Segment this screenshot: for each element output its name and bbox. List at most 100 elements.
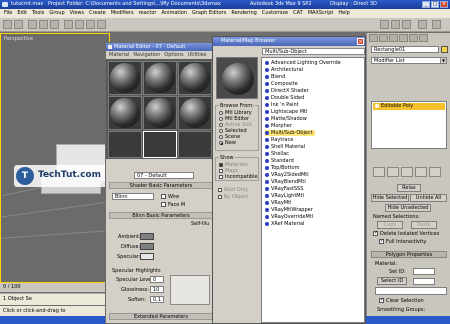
root-only-checkbox[interactable]: Root Only xyxy=(218,187,248,193)
glossiness-spinner[interactable]: 10 xyxy=(150,286,164,293)
menu-modifiers[interactable]: Modifiers xyxy=(111,9,134,18)
material-name-dropdown[interactable] xyxy=(375,287,447,295)
relax-button[interactable]: Relax xyxy=(397,184,421,192)
material-editor-title-bar[interactable]: Material Editor - 07 - Default xyxy=(106,43,214,51)
rotate-icon[interactable] xyxy=(97,20,106,29)
object-name-field[interactable]: Rectangle01 xyxy=(371,46,439,53)
menu-tools[interactable]: Tools xyxy=(32,9,44,18)
menu-help[interactable]: Help xyxy=(338,9,349,18)
sample-slot[interactable] xyxy=(178,61,212,95)
select-id-button[interactable]: Select ID xyxy=(377,277,407,285)
render-icon[interactable] xyxy=(391,20,400,29)
extended-parameters-rollout[interactable]: Extended Parameters xyxy=(109,313,213,320)
browse-from-new[interactable]: New xyxy=(219,140,236,146)
list-item[interactable]: Architectural xyxy=(265,67,303,73)
object-color-swatch[interactable] xyxy=(441,46,448,53)
me-menu-material[interactable]: Material xyxy=(109,51,129,59)
face-map-checkbox[interactable] xyxy=(161,202,166,207)
list-item[interactable]: VRayLightMtl xyxy=(265,193,304,199)
minimize-button[interactable]: _ xyxy=(422,1,430,8)
sample-slot[interactable] xyxy=(178,131,212,158)
polygon-properties-rollout[interactable]: Polygon Properties xyxy=(371,251,447,258)
me-menu-navigation[interactable]: Navigation xyxy=(133,51,160,59)
undo-icon[interactable] xyxy=(3,20,12,29)
menu-rendering[interactable]: Rendering xyxy=(231,9,257,18)
ambient-color-swatch[interactable] xyxy=(140,233,154,240)
list-item[interactable]: Shellac xyxy=(265,151,289,157)
link-icon[interactable] xyxy=(28,20,37,29)
sample-slot[interactable] xyxy=(178,96,212,130)
material-list[interactable]: Advanced Lighting Override Architectural… xyxy=(261,57,365,323)
material-name-field[interactable]: 07 - Default xyxy=(134,172,194,179)
modifier-list-dropdown[interactable]: Modifier List ▼ xyxy=(371,57,447,64)
show-end-result-icon[interactable] xyxy=(387,167,399,177)
list-item[interactable]: VRayMtl xyxy=(265,200,291,206)
hierarchy-tab-icon[interactable] xyxy=(389,34,398,42)
delete-isolated-vertices-checkbox[interactable]: Delete Isolated Vertices xyxy=(373,230,439,237)
full-interactivity-checkbox[interactable]: Full Interactivity xyxy=(379,238,426,245)
shader-basic-parameters-rollout[interactable]: Shader Basic Parameters xyxy=(109,182,213,189)
menu-create[interactable]: Create xyxy=(89,9,106,18)
render-setup-icon[interactable] xyxy=(380,20,389,29)
select-icon[interactable] xyxy=(64,20,73,29)
stack-item-editable-poly[interactable]: Editable Poly xyxy=(373,103,445,110)
list-item[interactable]: VRayFastSSS xyxy=(265,186,303,192)
list-item-selected[interactable]: Multi/Sub-Object xyxy=(265,130,315,136)
me-menu-options[interactable]: Options xyxy=(164,51,183,59)
by-object-checkbox[interactable]: By Object xyxy=(218,194,248,200)
maximize-button[interactable]: □ xyxy=(431,1,439,8)
menu-reactor[interactable]: reactor xyxy=(139,9,157,18)
sample-slot[interactable] xyxy=(108,61,142,95)
wire-checkbox[interactable] xyxy=(161,194,166,199)
list-item[interactable]: VRayMtlWrapper xyxy=(265,207,313,213)
time-slider[interactable]: 0 / 100 xyxy=(0,283,120,292)
sample-slot-active[interactable] xyxy=(143,131,177,158)
close-button[interactable]: × xyxy=(440,1,448,8)
make-unique-icon[interactable] xyxy=(401,167,413,177)
copy-button[interactable]: Copy xyxy=(377,221,403,229)
sample-slot[interactable] xyxy=(143,61,177,95)
redo-icon[interactable] xyxy=(14,20,23,29)
list-item[interactable]: Raytrace xyxy=(265,137,293,143)
list-item[interactable]: Morpher xyxy=(265,123,292,129)
modifier-stack[interactable]: Editable Poly xyxy=(371,101,447,149)
blinn-basic-parameters-rollout[interactable]: Blinn Basic Parameters xyxy=(109,212,213,219)
pin-stack-icon[interactable] xyxy=(373,167,385,177)
select-id-spinner[interactable] xyxy=(413,278,435,285)
list-item[interactable]: Top/Bottom xyxy=(265,165,299,171)
hide-selected-button[interactable]: Hide Selected xyxy=(371,194,409,202)
list-item[interactable]: Ink 'n Paint xyxy=(265,102,299,108)
menu-edit[interactable]: Edit xyxy=(17,9,27,18)
list-item[interactable]: VRay2SidedMtl xyxy=(265,172,309,178)
remove-modifier-icon[interactable] xyxy=(415,167,427,177)
list-item[interactable]: DirectX Shader xyxy=(265,88,309,94)
unlink-icon[interactable] xyxy=(39,20,48,29)
hide-unselected-button[interactable]: Hide Unselected xyxy=(385,204,431,212)
list-item[interactable]: XRef Material xyxy=(265,221,304,227)
list-item[interactable]: Standard xyxy=(265,158,294,164)
sample-slot[interactable] xyxy=(108,131,142,158)
specular-level-spinner[interactable]: 0 xyxy=(150,276,164,283)
list-item[interactable]: Matte/Shadow xyxy=(265,116,307,122)
show-incompatible-checkbox[interactable]: Incompatible xyxy=(219,174,258,180)
menu-views[interactable]: Views xyxy=(70,9,84,18)
list-item[interactable]: Advanced Lighting Override xyxy=(265,60,341,66)
menu-graph-editors[interactable]: Graph Editors xyxy=(192,9,226,18)
menu-customize[interactable]: Customize xyxy=(262,9,288,18)
motion-tab-icon[interactable] xyxy=(399,34,408,42)
browser-name-field[interactable]: Multi/Sub-Object xyxy=(262,48,365,55)
browser-title-bar[interactable]: Material/Map Browser × xyxy=(213,37,365,46)
sample-slot[interactable] xyxy=(108,96,142,130)
close-icon[interactable]: × xyxy=(357,38,364,45)
me-menu-utilities[interactable]: Utilities xyxy=(188,51,207,59)
menu-file[interactable]: File xyxy=(4,9,12,18)
display-tab-icon[interactable] xyxy=(409,34,418,42)
menu-maxscript[interactable]: MAXScript xyxy=(308,9,334,18)
list-item[interactable]: Double Sided xyxy=(265,95,304,101)
perspective-viewport[interactable]: Perspective xyxy=(0,33,110,283)
modify-tab-icon[interactable] xyxy=(379,34,388,42)
material-editor-icon[interactable] xyxy=(418,20,427,29)
quick-render-icon[interactable] xyxy=(402,20,411,29)
specular-color-swatch[interactable] xyxy=(140,253,154,260)
configure-modifier-sets-icon[interactable] xyxy=(429,167,441,177)
